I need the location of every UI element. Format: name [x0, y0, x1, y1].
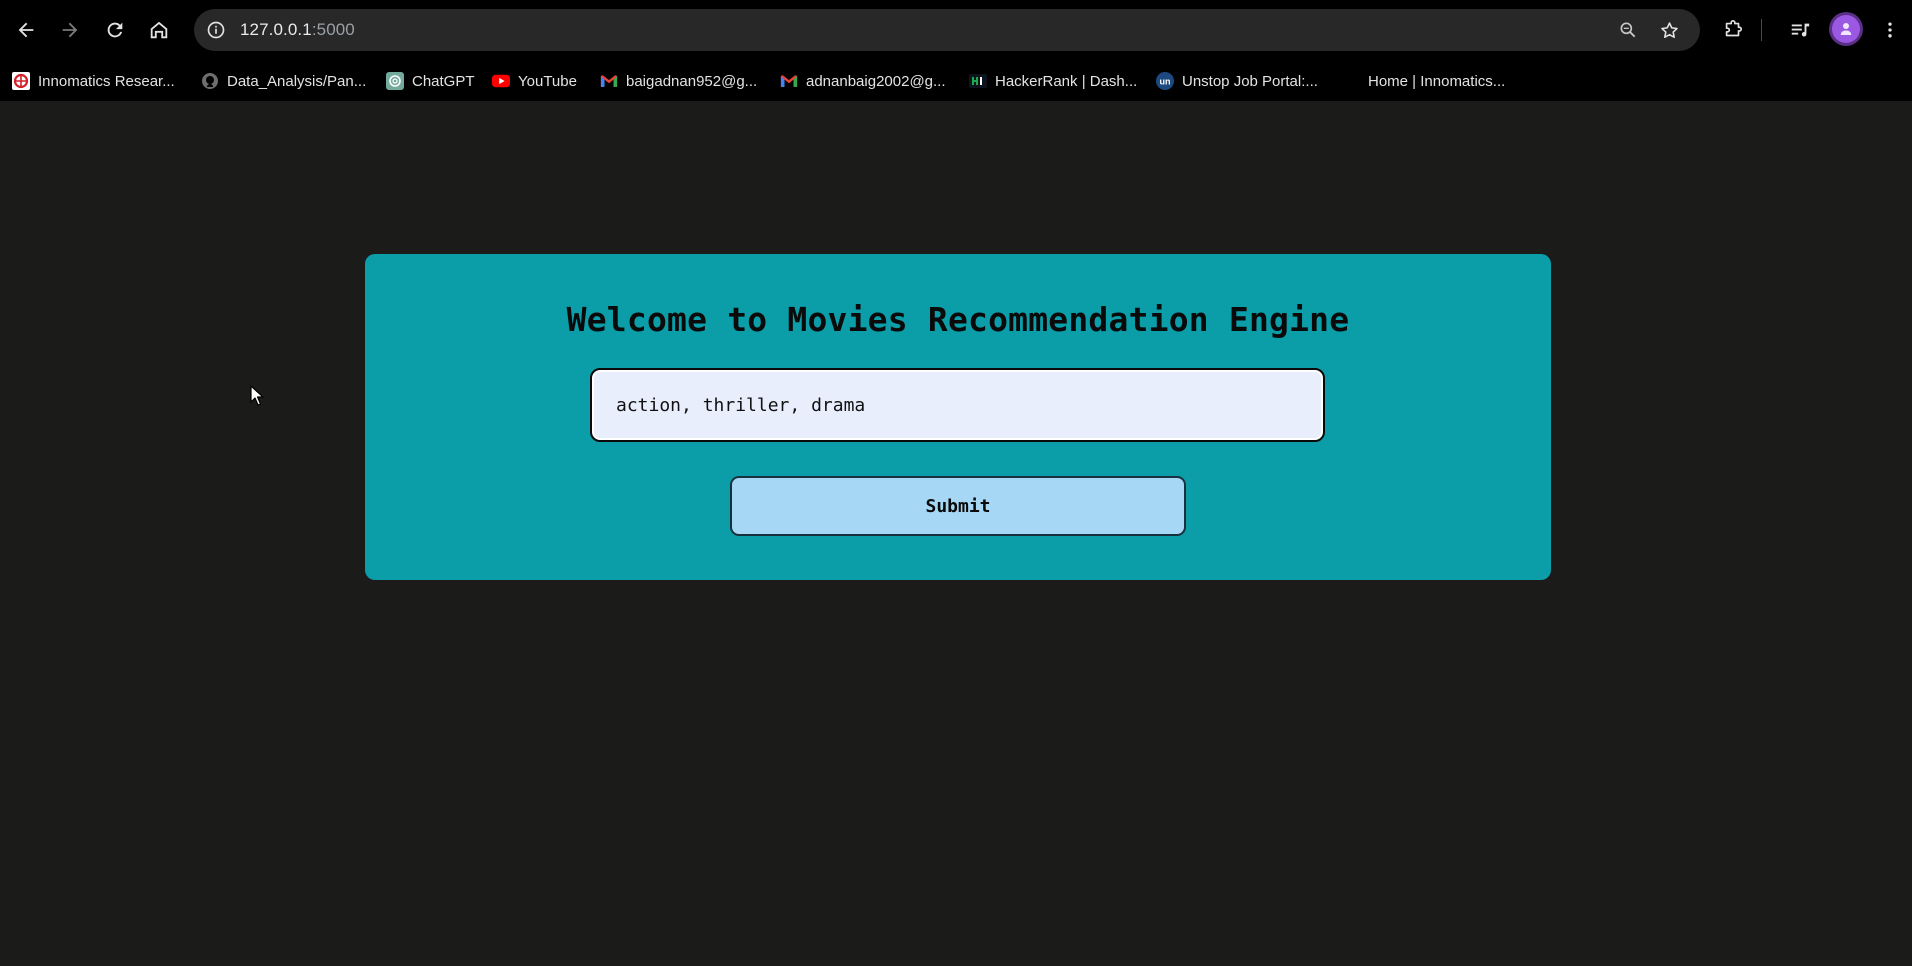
puzzle-icon[interactable] [1715, 12, 1751, 48]
bookmark-item[interactable]: baigadnan952@g... [600, 68, 757, 94]
arrow-right-icon [62, 22, 78, 38]
bookmark-item[interactable]: Innomatics Resear... [12, 68, 175, 94]
bookmark-label: YouTube [518, 72, 577, 90]
playlist-icon[interactable] [1782, 12, 1818, 48]
bookmark-item[interactable]: adnanbaig2002@g... [780, 68, 946, 94]
url-host: 127.0.0.1 [240, 20, 312, 39]
home-icon [150, 21, 168, 39]
kebab-menu-icon[interactable] [1872, 12, 1908, 48]
bookmark-label: baigadnan952@g... [626, 72, 758, 90]
toolbar-separator [1761, 19, 1762, 41]
url-text[interactable]: 127.0.0.1:5000 [240, 20, 355, 40]
browser-toolbar: 127.0.0.1:5000 [0, 0, 1912, 60]
bookmark-label: HackerRank | Dash... [995, 72, 1138, 90]
gmail-icon [780, 72, 798, 90]
reload-button[interactable] [97, 12, 133, 48]
recommendation-card: Welcome to Movies Recommendation Engine … [365, 254, 1551, 580]
bookmark-item[interactable]: un Unstop Job Portal:... [1156, 68, 1318, 94]
bookmark-label: Unstop Job Portal:... [1182, 72, 1318, 90]
avatar-icon [1840, 23, 1852, 35]
bookmark-item[interactable]: HackerRank | Dash... [969, 68, 1137, 94]
page-content: Welcome to Movies Recommendation Engine … [0, 102, 1912, 966]
back-button[interactable] [8, 12, 44, 48]
profile-avatar[interactable] [1832, 15, 1860, 43]
genre-input[interactable] [590, 368, 1325, 442]
github-icon [201, 72, 219, 90]
innomatics-icon [12, 72, 30, 90]
reload-icon [107, 22, 123, 38]
star-icon[interactable] [1655, 16, 1683, 44]
chatgpt-icon [386, 72, 404, 90]
youtube-icon [492, 72, 510, 90]
bookmark-label: ChatGPT [412, 72, 475, 90]
arrow-left-icon [18, 22, 34, 38]
submit-button[interactable]: Submit [730, 476, 1186, 536]
bookmarks-bar: Innomatics Resear... Data_Analysis/Pan..… [0, 60, 1912, 102]
bookmark-item[interactable]: YouTube [492, 68, 577, 94]
mouse-cursor-icon [250, 385, 264, 406]
svg-text:un: un [1160, 77, 1171, 87]
home-button[interactable] [141, 12, 177, 48]
bookmark-label: adnanbaig2002@g... [806, 72, 946, 90]
forward-button[interactable] [52, 12, 88, 48]
unstop-icon: un [1156, 72, 1174, 90]
magnifier-icon[interactable] [1614, 16, 1642, 44]
info-icon[interactable] [202, 16, 230, 44]
bookmark-label: Home | Innomatics... [1368, 72, 1506, 90]
hackerrank-icon [969, 72, 987, 90]
bookmark-label: Innomatics Resear... [38, 72, 175, 90]
url-port: :5000 [311, 20, 355, 39]
address-bar[interactable]: 127.0.0.1:5000 [194, 9, 1700, 51]
page-title: Welcome to Movies Recommendation Engine [566, 300, 1350, 339]
bookmark-item[interactable]: Home | Innomatics... [1368, 68, 1505, 94]
bookmark-item[interactable]: Data_Analysis/Pan... [201, 68, 366, 94]
gmail-icon [600, 72, 618, 90]
bookmark-item[interactable]: ChatGPT [386, 68, 475, 94]
bookmark-label: Data_Analysis/Pan... [227, 72, 367, 90]
